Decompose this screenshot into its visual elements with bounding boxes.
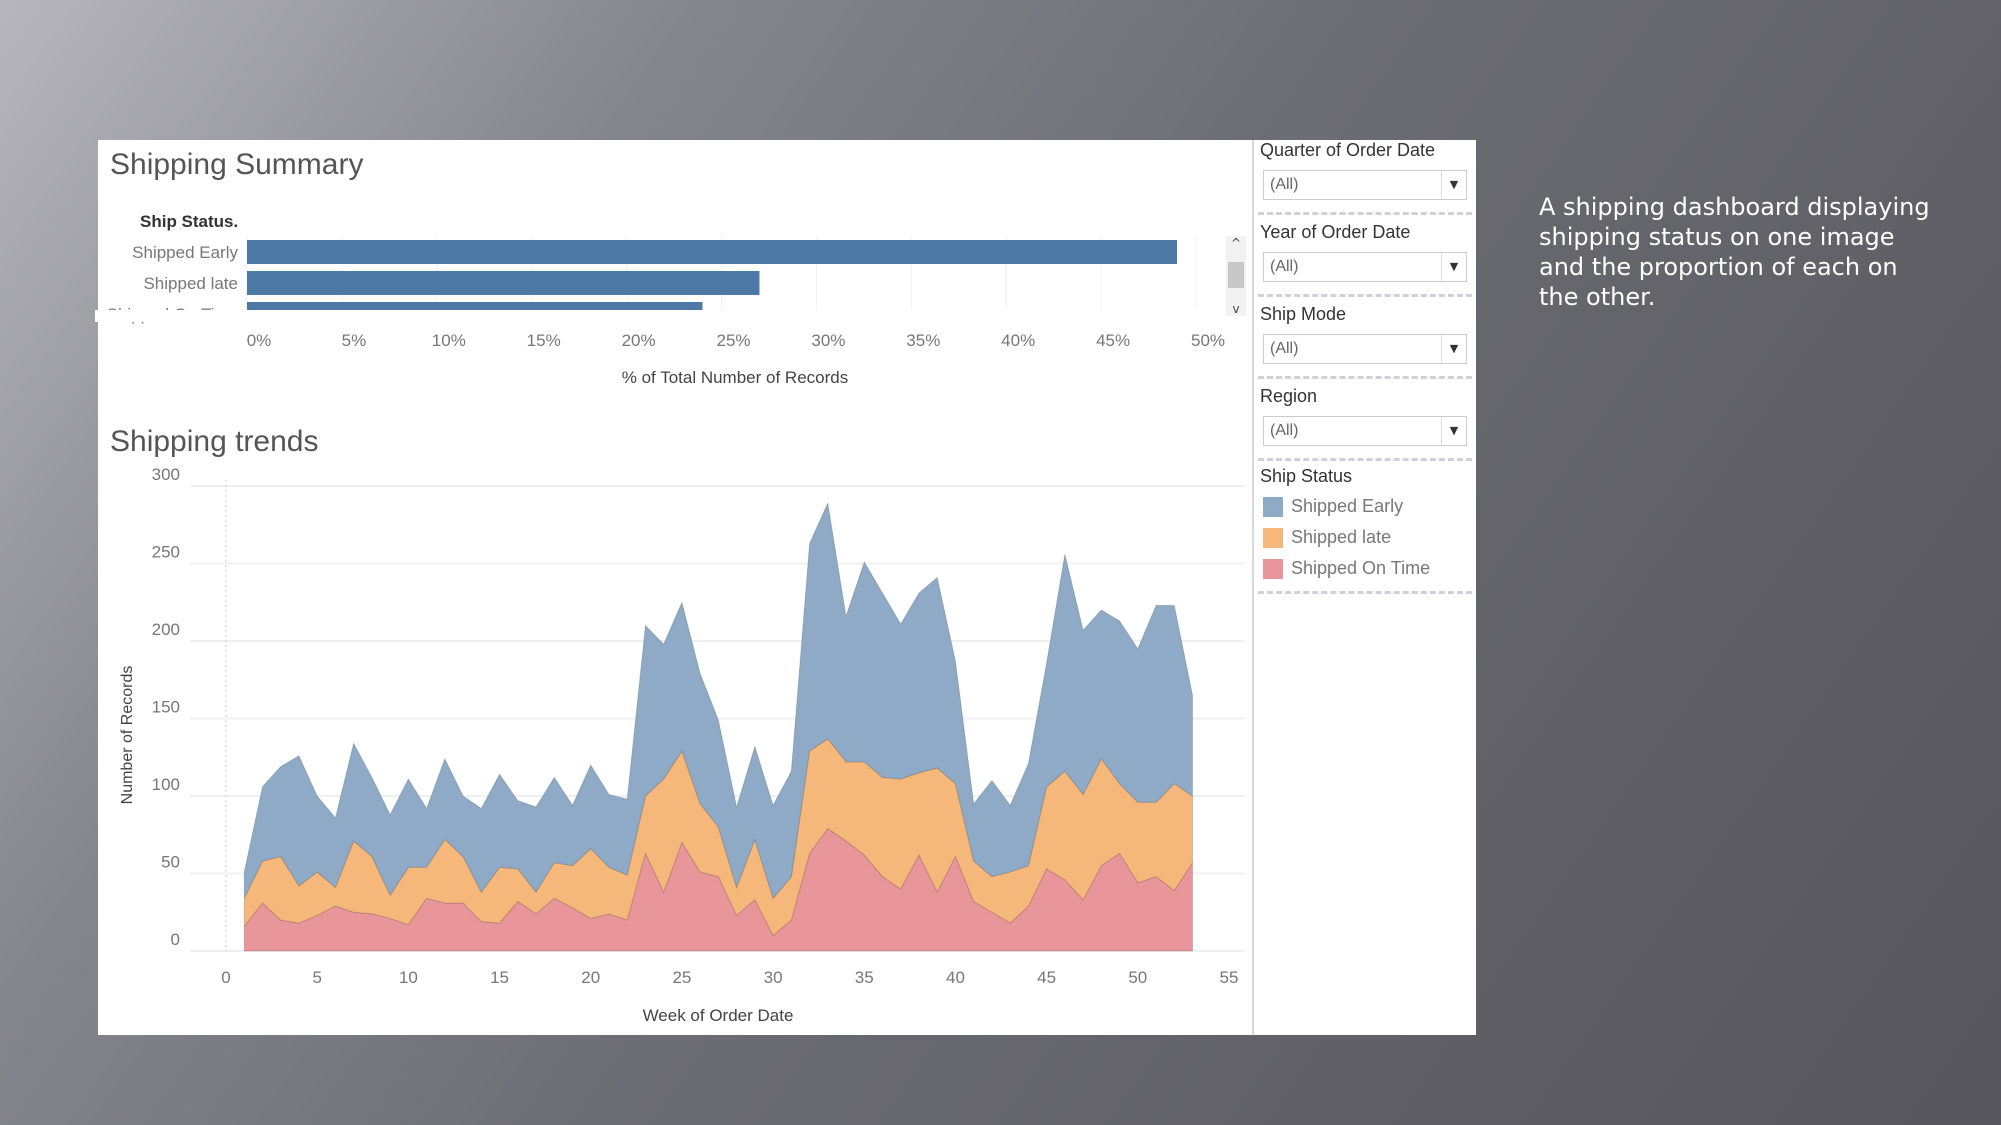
legend-title: Ship Status [1260,466,1353,486]
dropdown-arrow-icon[interactable]: ▼ [1441,335,1466,363]
filter-dropdown[interactable]: (All) ▼ [1263,252,1467,282]
area-x-tick-label: 55 [1220,968,1239,987]
area-x-tick-label: 20 [581,968,600,987]
separator [1258,458,1472,461]
area-x-tick-label: 45 [1037,968,1056,987]
area-y-axis-title: Number of Records [119,666,136,805]
area-x-tick-label: 15 [490,968,509,987]
area-y-tick-label: 150 [152,698,180,717]
area-x-tick-label: 25 [672,968,691,987]
dropdown-arrow-icon[interactable]: ▼ [1441,171,1466,199]
area-y-tick-label: 100 [152,775,180,794]
legend-item[interactable]: Shipped Early [1291,496,1403,517]
area-x-axis-title: Week of Order Date [643,1006,794,1025]
filter-value: (All) [1270,422,1299,439]
separator [1258,294,1472,297]
filter-value: (All) [1270,176,1299,193]
separator [1258,376,1472,379]
area-x-tick-label: 10 [399,968,418,987]
area-x-tick-label: 5 [312,968,321,987]
area-y-tick-label: 300 [152,465,180,484]
filter-label: Quarter of Order Date [1260,140,1436,160]
filter-label: Region [1260,386,1318,406]
legend-swatch [1263,559,1283,579]
legend-item[interactable]: Shipped late [1291,527,1391,548]
filter-label: Ship Mode [1260,304,1347,324]
separator [1258,212,1472,215]
legend-swatch [1263,497,1283,517]
area-x-tick-label: 0 [221,968,230,987]
dropdown-arrow-icon[interactable]: ▼ [1441,253,1466,281]
filter-value: (All) [1270,340,1299,357]
area-y-tick-label: 50 [161,853,180,872]
filter-label: Year of Order Date [1260,222,1411,242]
legend-swatch [1263,528,1283,548]
area-x-tick-label: 30 [764,968,783,987]
separator [1258,591,1472,594]
area-y-tick-label: 250 [152,543,180,562]
legend-item[interactable]: Shipped On Time [1291,558,1430,579]
filter-value: (All) [1270,258,1299,275]
dropdown-arrow-icon[interactable]: ▼ [1441,417,1466,445]
filter-dropdown[interactable]: (All) ▼ [1263,170,1467,200]
area-y-tick-label: 0 [171,930,180,949]
area-x-tick-label: 50 [1128,968,1147,987]
area-y-tick-label: 200 [152,620,180,639]
filter-dropdown[interactable]: (All) ▼ [1263,416,1467,446]
slide-caption: A shipping dashboard displaying shipping… [1539,193,1930,311]
trends-area-chart: 0 50 100 150 200 250 300 0 5 10 15 20 25 30 35 40 45 50 55… [119,465,1245,1025]
area-x-tick-label: 35 [855,968,874,987]
filter-dropdown[interactable]: (All) ▼ [1263,334,1467,364]
area-x-tick-label: 40 [946,968,965,987]
